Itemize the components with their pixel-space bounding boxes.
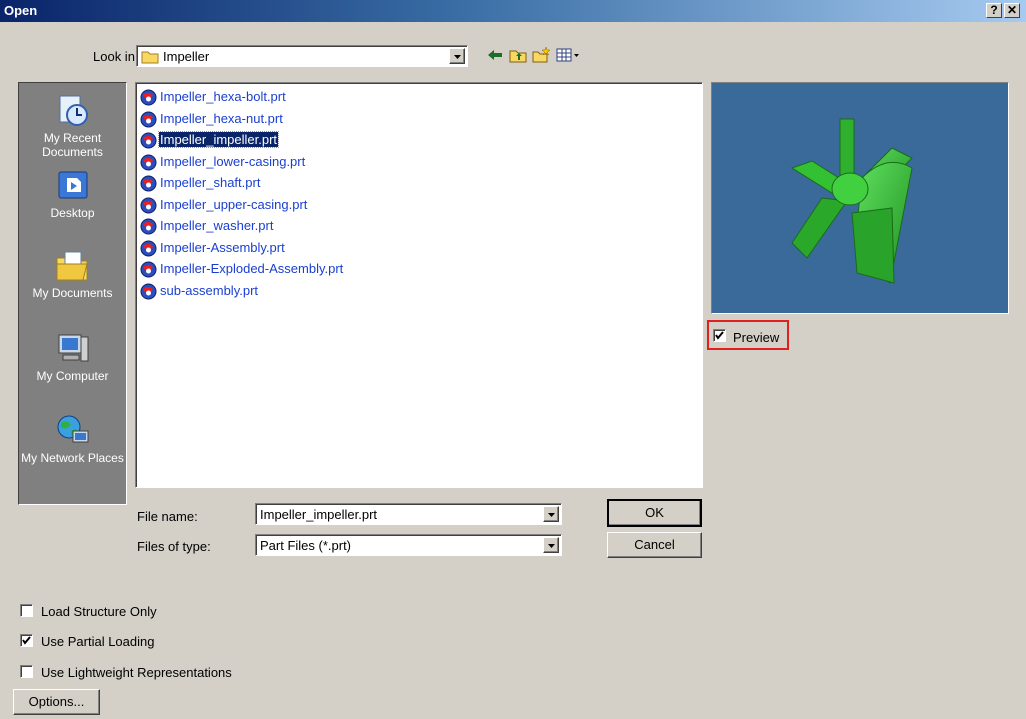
file-name: Impeller_shaft.prt bbox=[160, 175, 261, 190]
filetype-value: Part Files (*.prt) bbox=[260, 538, 352, 553]
place-label: My Documents bbox=[32, 286, 113, 300]
up-folder-button[interactable] bbox=[509, 46, 527, 64]
file-name: Impeller_lower-casing.prt bbox=[160, 153, 306, 169]
lookin-dropdown-button[interactable] bbox=[449, 48, 465, 64]
place-my-documents[interactable]: My Documents bbox=[19, 248, 126, 300]
filename-dropdown-button[interactable] bbox=[543, 506, 559, 522]
file-name: Impeller_hexa-bolt.prt bbox=[160, 89, 286, 104]
filename-value: Impeller_impeller.prt bbox=[260, 507, 378, 522]
help-button[interactable]: ? bbox=[986, 3, 1002, 18]
part-file-icon bbox=[140, 283, 157, 299]
part-file-icon bbox=[140, 175, 157, 192]
my-computer-icon bbox=[58, 334, 88, 362]
title-bar: Open ? ✕ bbox=[0, 0, 1026, 22]
chevron-down-icon bbox=[548, 513, 555, 517]
new-folder-button[interactable] bbox=[532, 46, 551, 64]
filename-field[interactable]: Impeller_impeller.prt bbox=[255, 503, 562, 525]
place-label: My Network Places bbox=[21, 451, 124, 465]
lightweight-checkbox[interactable] bbox=[20, 665, 33, 678]
view-menu-button[interactable] bbox=[556, 46, 582, 64]
folder-icon bbox=[141, 51, 159, 64]
back-arrow-icon bbox=[488, 50, 502, 60]
filename-label: File name: bbox=[137, 509, 198, 524]
network-places-icon bbox=[57, 415, 88, 443]
preview-checkbox[interactable] bbox=[713, 329, 726, 342]
filetype-dropdown[interactable]: Part Files (*.prt) bbox=[255, 534, 562, 556]
chevron-down-icon bbox=[548, 544, 555, 548]
file-name: sub-assembly.prt bbox=[160, 282, 259, 298]
place-network[interactable]: My Network Places bbox=[19, 413, 126, 465]
part-file-icon bbox=[140, 111, 157, 127]
part-file-icon bbox=[140, 197, 157, 213]
preview-panel bbox=[711, 82, 1009, 314]
load-structure-label: Load Structure Only bbox=[41, 604, 157, 619]
place-desktop[interactable]: Desktop bbox=[19, 168, 126, 220]
filetype-dropdown-button[interactable] bbox=[543, 537, 559, 553]
file-name: Impeller_hexa-nut.prt bbox=[160, 110, 283, 126]
part-file-icon bbox=[140, 261, 157, 278]
file-name: Impeller_impeller.prt bbox=[157, 131, 280, 148]
chevron-down-icon bbox=[454, 55, 461, 59]
lookin-value: Impeller bbox=[163, 49, 210, 64]
options-button[interactable]: Options... bbox=[13, 689, 100, 715]
impeller-part-image bbox=[790, 118, 913, 284]
part-file-icon bbox=[140, 154, 157, 170]
back-button[interactable] bbox=[486, 46, 504, 64]
new-folder-icon bbox=[532, 46, 551, 63]
view-menu-icon bbox=[556, 48, 579, 62]
options-label: Options... bbox=[28, 694, 85, 709]
part-file-icon bbox=[140, 89, 157, 106]
file-name: Impeller_washer.prt bbox=[160, 218, 274, 233]
preview-label: Preview bbox=[733, 330, 780, 345]
file-name: Impeller-Assembly.prt bbox=[160, 239, 285, 255]
help-icon: ? bbox=[990, 3, 998, 17]
place-my-computer[interactable]: My Computer bbox=[19, 331, 126, 383]
partial-loading-checkbox[interactable] bbox=[20, 634, 33, 647]
checkmark-icon bbox=[715, 331, 724, 340]
lightweight-label: Use Lightweight Representations bbox=[41, 665, 232, 680]
cancel-label: Cancel bbox=[634, 537, 675, 552]
close-button[interactable]: ✕ bbox=[1004, 3, 1020, 18]
ok-button[interactable]: OK bbox=[607, 499, 702, 527]
place-label: My Recent Documents bbox=[42, 131, 103, 159]
place-label: My Computer bbox=[36, 369, 109, 383]
load-structure-checkbox[interactable] bbox=[20, 604, 33, 617]
filetype-label: Files of type: bbox=[137, 539, 211, 554]
part-file-icon bbox=[140, 218, 157, 235]
lookin-label: Look in: bbox=[93, 49, 139, 64]
my-documents-icon bbox=[56, 251, 88, 281]
desktop-icon bbox=[58, 171, 87, 199]
close-icon: ✕ bbox=[1006, 3, 1018, 17]
file-list[interactable]: Impeller_hexa-bolt.prt Impeller_hexa-nut.… bbox=[135, 82, 703, 488]
part-file-icon bbox=[140, 132, 157, 149]
recent-documents-icon bbox=[59, 95, 88, 126]
checkmark-icon bbox=[22, 636, 31, 645]
place-label: Desktop bbox=[50, 206, 95, 220]
ok-label: OK bbox=[645, 505, 664, 520]
places-bar: My Recent Documents Desktop My Documents… bbox=[18, 82, 127, 505]
partial-loading-label: Use Partial Loading bbox=[41, 634, 155, 649]
cancel-button[interactable]: Cancel bbox=[607, 532, 702, 558]
file-name: Impeller-Exploded-Assembly.prt bbox=[160, 261, 344, 276]
place-recent[interactable]: My Recent Documents bbox=[19, 93, 126, 159]
up-folder-icon bbox=[509, 50, 527, 63]
part-file-icon bbox=[140, 240, 157, 256]
file-name: Impeller_upper-casing.prt bbox=[160, 196, 308, 212]
window-title: Open bbox=[4, 3, 38, 18]
lookin-dropdown[interactable]: Impeller bbox=[136, 45, 468, 67]
